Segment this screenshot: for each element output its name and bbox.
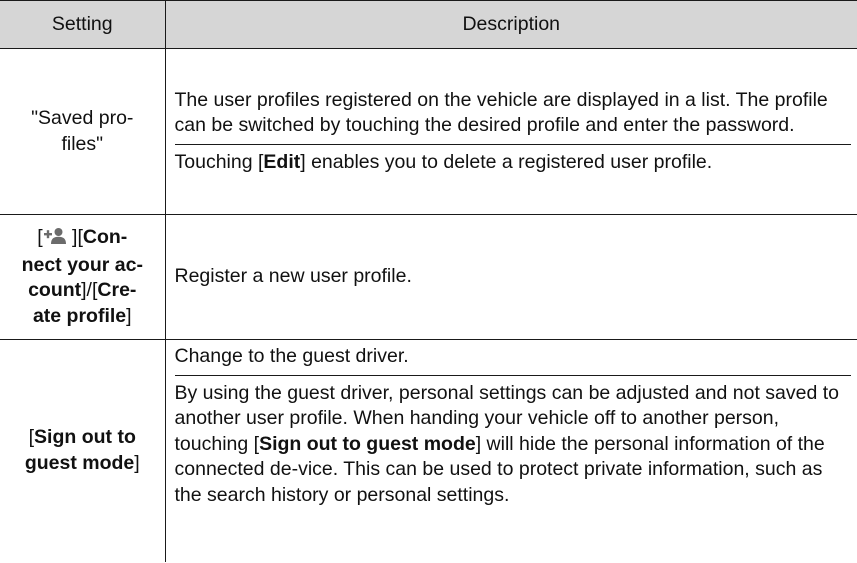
description-cell-sign-out-guest: Change to the guest driver. By using the… (164, 339, 857, 562)
setting-cell-saved-profiles: "Saved pro- files" (0, 48, 165, 215)
description-cell-connect-account: Register a new user profile. (164, 214, 857, 340)
add-user-icon (43, 227, 67, 253)
setting-label-line: files" (61, 132, 104, 155)
description-paragraph: Change to the guest driver. (174, 345, 409, 367)
setting-cell-connect-account: [ ][Con- nect your ac- count]/[Cre- ate … (0, 214, 165, 340)
column-header-setting: Setting (0, 0, 165, 49)
table-row: [ ][Con- nect your ac- count]/[Cre- ate … (0, 214, 857, 340)
column-header-description: Description (164, 0, 857, 49)
description-paragraph: Touching [Edit] enables you to delete a … (174, 150, 713, 173)
table-header-row: Setting Description (0, 0, 857, 49)
paragraph-divider (174, 374, 851, 376)
description-paragraph: The user profiles registered on the vehi… (174, 88, 828, 137)
table-row: "Saved pro- files" The user profiles reg… (0, 48, 857, 215)
description-paragraph: By using the guest driver, personal sett… (174, 381, 840, 506)
paragraph-divider (174, 143, 851, 145)
table-row: [Sign out to guest mode] Change to the g… (0, 339, 857, 562)
description-paragraph: Register a new user profile. (174, 265, 412, 288)
edit-button-reference: Edit (263, 150, 301, 173)
settings-table: Setting Description "Saved pro- files" T… (0, 0, 857, 562)
sign-out-button-reference: Sign out to guest mode (259, 432, 476, 455)
description-cell-saved-profiles: The user profiles registered on the vehi… (164, 48, 857, 215)
setting-label-line: "Saved pro- (31, 107, 134, 129)
setting-cell-sign-out-guest: [Sign out to guest mode] (24, 426, 140, 474)
